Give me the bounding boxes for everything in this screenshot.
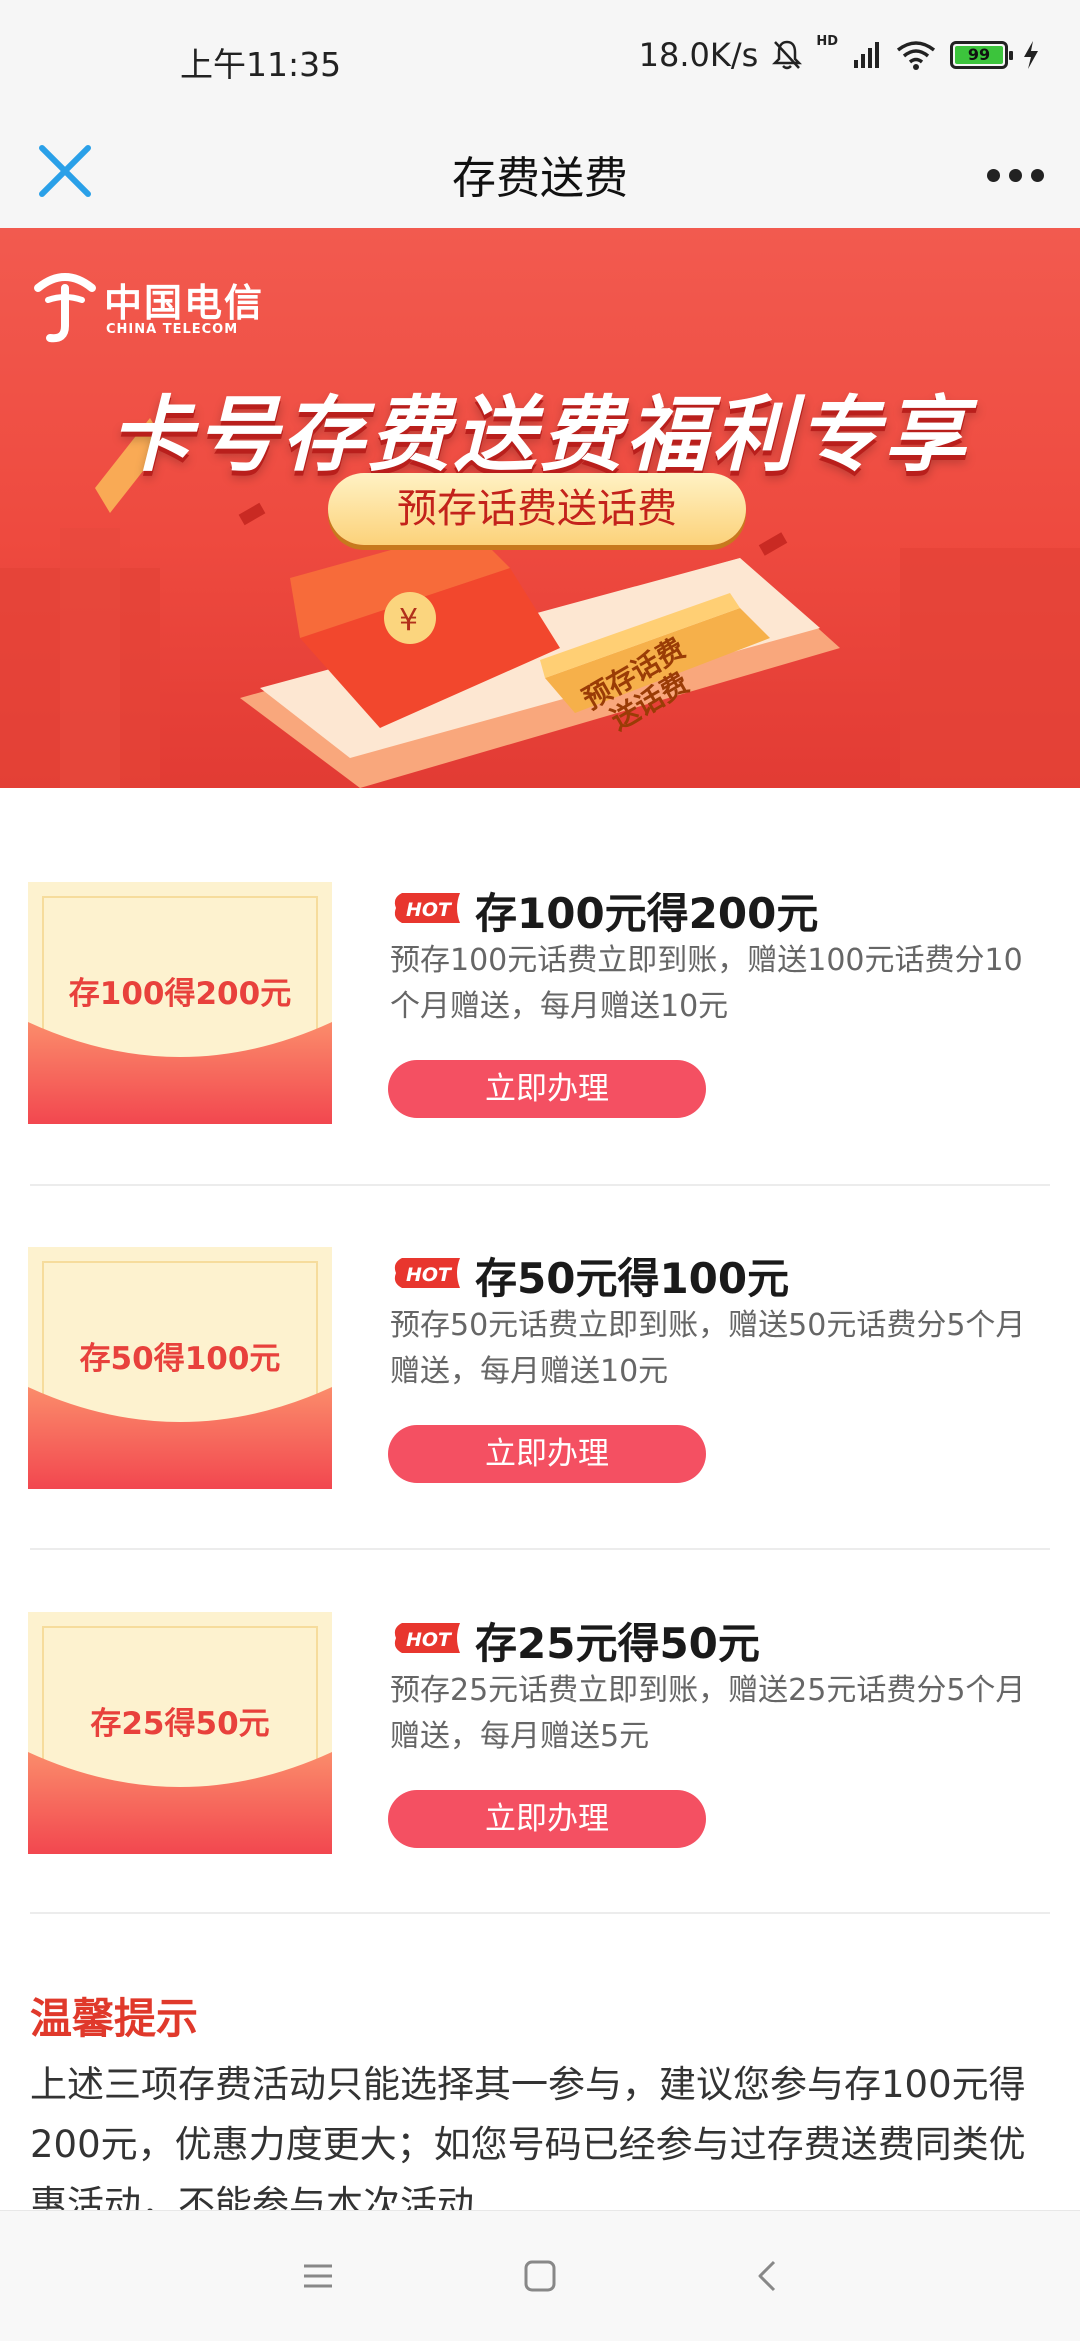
hot-badge-icon: HOT [394,893,460,923]
menu-icon[interactable] [298,2256,338,2296]
apply-button[interactable]: 立即办理 [388,1060,706,1118]
battery-icon: 99 [950,41,1013,69]
svg-text:HOT: HOT [406,1629,453,1651]
china-telecom-logo-icon [34,273,96,343]
tips-heading: 温馨提示 [30,1994,199,2043]
network-speed: 18.0K/s [638,36,759,74]
offer-thumbnail: 存25得50元 [28,1612,332,1854]
offer-title: 存50元得100元 [475,1254,790,1303]
offer-title: 存100元得200元 [475,889,819,938]
apply-button[interactable]: 立即办理 [388,1425,706,1483]
divider [30,1548,1050,1550]
signal-icon [854,42,879,68]
wifi-icon [896,41,936,70]
offer-card-1: 存100得200元 HOT 存100元得200元 预存100元话费立即到账，赠送… [0,840,1080,1205]
charging-icon [1024,41,1038,69]
home-square-icon[interactable] [520,2256,560,2296]
offer-thumbnail-label: 存100得200元 [68,976,292,1012]
status-time: 上午11:35 [180,45,342,84]
apply-button[interactable]: 立即办理 [388,1790,706,1848]
offer-thumbnail-label: 存25得50元 [90,1706,270,1742]
status-bar: 上午11:35 18.0K/s HD 99 [0,0,1080,120]
svg-text:¥: ¥ [399,603,418,638]
hot-badge-icon: HOT [394,1258,460,1288]
mute-bell-icon [772,40,803,70]
svg-text:HOT: HOT [406,899,453,921]
nav-bar: 存费送费 [0,120,1080,229]
hot-badge-icon: HOT [394,1623,460,1653]
hd-label: HD [816,33,838,49]
offer-thumbnail-label: 存50得100元 [79,1341,281,1377]
status-icons: 18.0K/s HD 99 [638,33,1040,74]
tips-body: 上述三项存费活动只能选择其一参与，建议您参与存100元得200元，优惠力度更大；… [30,2063,1026,2215]
back-icon[interactable] [748,2256,788,2296]
banner-headline: 卡号存费送费福利专享 [110,388,970,483]
offer-description: 预存100元话费立即到账，赠送100元话费分10个月赠送，每月赠送10元 [390,943,1023,1024]
offer-card-2: 存50得100元 HOT 存50元得100元 预存50元话费立即到账，赠送50元… [0,1205,1080,1570]
divider [30,1912,1050,1914]
offer-title: 存25元得50元 [475,1619,760,1668]
page-title: 存费送费 [452,153,628,204]
brand-name-en: CHINA TELECOM [106,322,239,337]
battery-level: 99 [955,46,1003,64]
banner-subtitle-pill: 预存话费送话费 [328,473,746,545]
offer-thumbnail: 存100得200元 [28,882,332,1124]
offer-description: 预存25元话费立即到账，赠送25元话费分5个月赠送，每月赠送5元 [390,1673,1026,1754]
promo-banner: ¥ 中国电信 CHINA TELECOM 卡号存费送费福利专享 预存话费送话费 … [0,228,1080,788]
svg-text:HOT: HOT [406,1264,453,1286]
divider [30,1184,1050,1186]
system-nav-bar [0,2210,1080,2341]
offer-description: 预存50元话费立即到账，赠送50元话费分5个月赠送，每月赠送10元 [390,1308,1026,1389]
offer-card-3: 存25得50元 HOT 存25元得50元 预存25元话费立即到账，赠送25元话费… [0,1570,1080,1935]
more-icon[interactable] [980,145,1050,205]
brand-name: 中国电信 [104,281,265,325]
offer-thumbnail: 存50得100元 [28,1247,332,1489]
